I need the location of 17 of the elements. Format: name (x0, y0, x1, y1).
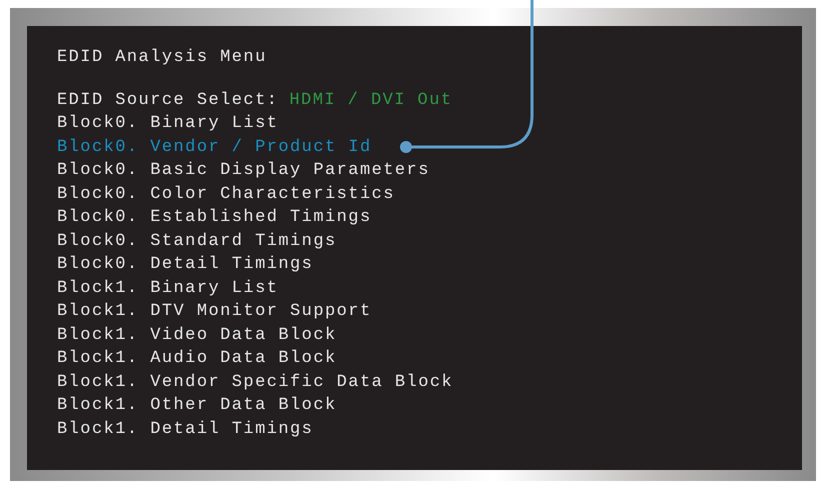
menu-item[interactable]: Block1. Other Data Block (57, 394, 337, 418)
menu-item[interactable]: Block0. Detail Timings (57, 253, 314, 276)
menu-item[interactable]: Block1. Audio Data Block (57, 347, 337, 370)
menu-item[interactable]: Block0. Established Timings (57, 206, 372, 230)
menu-item[interactable]: Block0. Basic Display Parameters (57, 159, 430, 182)
menu-item[interactable]: Block1. DTV Monitor Support (57, 300, 372, 324)
menu-item[interactable]: Block0. Standard Timings (57, 230, 337, 253)
menu-item[interactable]: Block0. Binary List (57, 112, 278, 136)
menu-item[interactable]: Block0. Vendor / Product Id (57, 136, 372, 159)
menu-item[interactable]: Block0. Color Characteristics (57, 182, 395, 206)
menu-item[interactable]: Block1. Vendor Specific Data Block (57, 370, 454, 394)
menu-title: EDID Analysis Menu (57, 47, 267, 69)
menu-item[interactable]: Block1. Video Data Block (57, 324, 337, 347)
source-select-label: EDID Source Select: (57, 90, 278, 112)
source-select-value: HDMI / DVI Out (289, 90, 453, 112)
menu-item[interactable]: Block1. Binary List (57, 276, 278, 300)
menu-item[interactable]: Block1. Detail Timings (57, 418, 314, 441)
